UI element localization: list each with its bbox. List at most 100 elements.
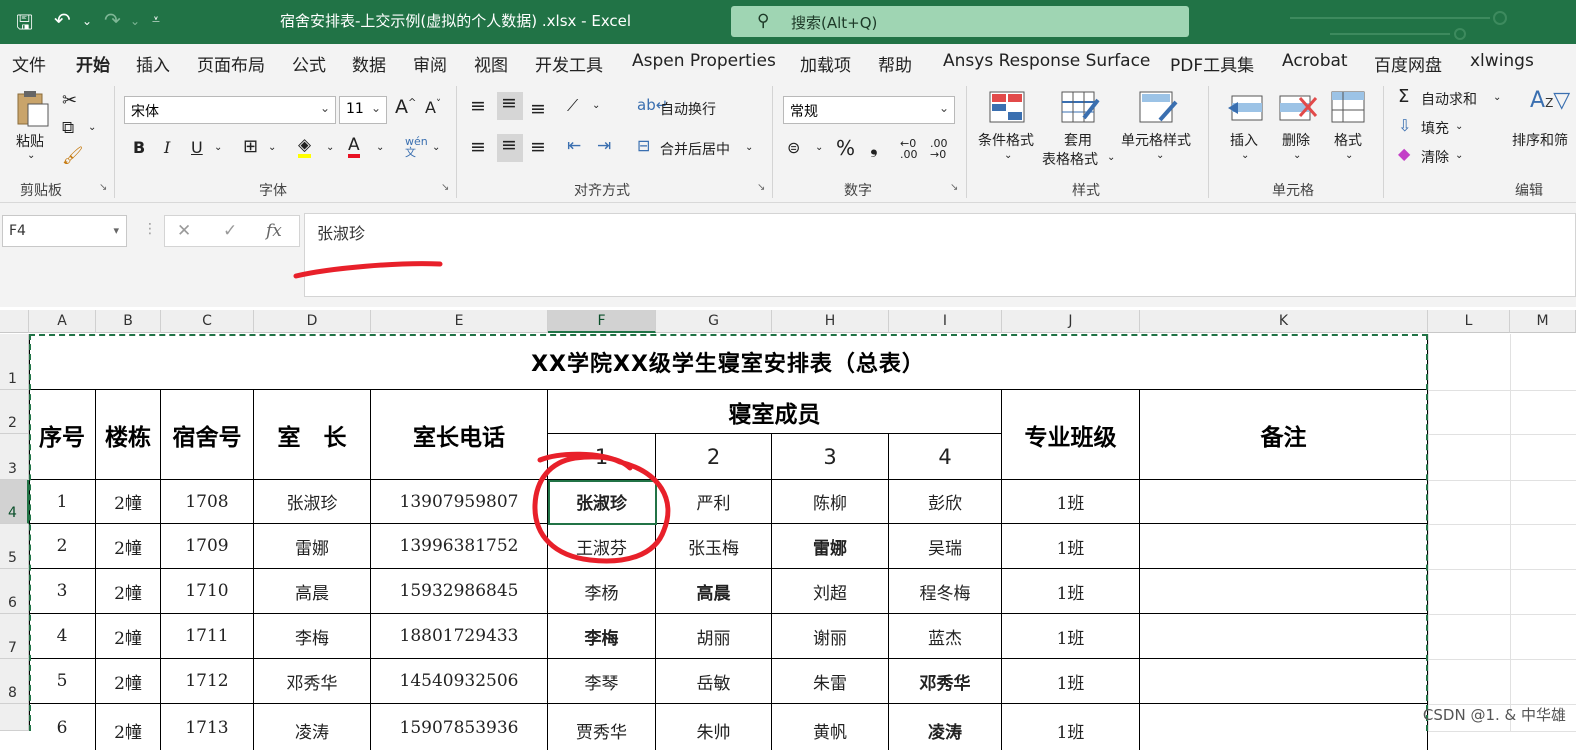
tab-2[interactable]: 插入 bbox=[136, 51, 170, 76]
format-dropdown-icon[interactable]: ⌄ bbox=[1345, 150, 1353, 161]
font-name-select[interactable]: 宋体 ⌄ bbox=[124, 96, 336, 124]
format-table-line1[interactable]: 套用 bbox=[1064, 130, 1092, 150]
clipboard-launcher-icon[interactable]: ↘ bbox=[99, 182, 107, 193]
column-header-M[interactable]: M bbox=[1510, 310, 1576, 333]
copy-icon[interactable]: ⧉ bbox=[62, 118, 74, 138]
row-header-1[interactable]: 1 bbox=[0, 334, 29, 390]
customize-quick-access-icon[interactable]: ⩡ bbox=[152, 12, 160, 28]
name-box[interactable]: F4 ▾ bbox=[2, 215, 127, 247]
column-header-G[interactable]: G bbox=[656, 310, 772, 333]
tab-6[interactable]: 审阅 bbox=[413, 51, 447, 76]
underline-dropdown-icon[interactable]: ⌄ bbox=[214, 142, 222, 153]
tab-12[interactable]: Ansys Response Surface bbox=[943, 51, 1150, 71]
decrease-decimal-icon[interactable]: .00 →0 bbox=[930, 138, 948, 160]
tab-16[interactable]: xlwings bbox=[1470, 51, 1534, 71]
merge-dropdown-icon[interactable]: ⌄ bbox=[745, 142, 753, 153]
format-table-line2[interactable]: 表格格式 bbox=[1042, 149, 1098, 169]
tab-3[interactable]: 页面布局 bbox=[197, 51, 265, 76]
column-header-A[interactable]: A bbox=[29, 310, 96, 333]
insert-cells-icon[interactable] bbox=[1226, 90, 1266, 126]
fill-color-dropdown-icon[interactable]: ⌄ bbox=[326, 142, 334, 153]
tab-7[interactable]: 视图 bbox=[474, 51, 508, 76]
formula-input[interactable]: 张淑珍 bbox=[304, 213, 1576, 297]
column-header-L[interactable]: L bbox=[1428, 310, 1510, 333]
autosum-icon[interactable]: Σ bbox=[1398, 86, 1409, 107]
number-launcher-icon[interactable]: ↘ bbox=[950, 182, 958, 193]
sort-filter-icon[interactable]: AZ▽ bbox=[1530, 88, 1570, 113]
format-as-table-icon[interactable] bbox=[1060, 90, 1100, 126]
decrease-font-icon[interactable]: A˅ bbox=[425, 98, 441, 117]
cancel-icon[interactable]: ✕ bbox=[177, 221, 191, 241]
tab-13[interactable]: PDF工具集 bbox=[1170, 51, 1254, 76]
row-header-4[interactable]: 4 bbox=[0, 480, 29, 524]
increase-decimal-icon[interactable]: ←0.00 bbox=[900, 138, 918, 160]
clear-dropdown-icon[interactable]: ⌄ bbox=[1455, 150, 1463, 161]
save-icon[interactable]: 🖫 bbox=[16, 8, 33, 42]
column-header-D[interactable]: D bbox=[254, 310, 371, 333]
row-header-6[interactable]: 6 bbox=[0, 569, 29, 614]
fill-dropdown-icon[interactable]: ⌄ bbox=[1455, 121, 1463, 132]
delete-cells-button[interactable]: 删除 bbox=[1282, 130, 1310, 150]
column-header-E[interactable]: E bbox=[371, 310, 548, 333]
undo-icon[interactable]: ↶ bbox=[54, 8, 71, 32]
row-header-9[interactable] bbox=[0, 704, 29, 731]
cell-styles-icon[interactable] bbox=[1138, 90, 1178, 126]
bold-button[interactable]: B bbox=[133, 138, 145, 157]
clear-button[interactable]: 清除 bbox=[1421, 147, 1449, 167]
delete-dropdown-icon[interactable]: ⌄ bbox=[1293, 150, 1301, 161]
copy-dropdown-icon[interactable]: ⌄ bbox=[88, 122, 96, 133]
font-color-icon[interactable]: A bbox=[348, 136, 360, 158]
tab-10[interactable]: 加载项 bbox=[800, 51, 851, 76]
accounting-format-icon[interactable]: ⊜ bbox=[787, 138, 800, 157]
align-center-icon[interactable]: ≡ bbox=[497, 134, 523, 162]
column-header-H[interactable]: H bbox=[772, 310, 889, 333]
merge-center-button[interactable]: 合并后居中 bbox=[660, 139, 730, 159]
phonetic-icon[interactable]: wén 文 bbox=[405, 136, 428, 158]
format-table-dropdown-icon[interactable]: ⌄ bbox=[1107, 152, 1115, 163]
fill-button[interactable]: 填充 bbox=[1421, 118, 1449, 138]
undo-dropdown-icon[interactable]: ⌄ bbox=[82, 14, 92, 28]
font-color-dropdown-icon[interactable]: ⌄ bbox=[376, 142, 384, 153]
autosum-dropdown-icon[interactable]: ⌄ bbox=[1493, 92, 1501, 103]
sort-filter-button[interactable]: 排序和筛 bbox=[1512, 130, 1568, 150]
orientation-icon[interactable]: ⟋ bbox=[567, 96, 578, 116]
cell-styles-button[interactable]: 单元格样式 bbox=[1121, 130, 1191, 150]
tab-0[interactable]: 文件 bbox=[12, 51, 46, 76]
tab-15[interactable]: 百度网盘 bbox=[1374, 51, 1442, 76]
tab-9[interactable]: Aspen Properties bbox=[632, 51, 776, 71]
select-all-corner[interactable] bbox=[0, 310, 29, 333]
paste-icon[interactable] bbox=[12, 88, 52, 128]
column-header-K[interactable]: K bbox=[1140, 310, 1428, 333]
column-header-F[interactable]: F bbox=[548, 310, 656, 333]
increase-indent-icon[interactable]: ⇥ bbox=[597, 136, 611, 156]
phonetic-dropdown-icon[interactable]: ⌄ bbox=[432, 142, 440, 153]
insert-dropdown-icon[interactable]: ⌄ bbox=[1241, 150, 1249, 161]
row-header-2[interactable]: 2 bbox=[0, 390, 29, 434]
paste-label[interactable]: 粘贴 bbox=[16, 131, 44, 151]
search-box[interactable]: ⚲ 搜索(Alt+Q) bbox=[731, 6, 1189, 37]
accounting-dropdown-icon[interactable]: ⌄ bbox=[815, 142, 823, 153]
decrease-indent-icon[interactable]: ⇤ bbox=[567, 136, 581, 156]
tab-5[interactable]: 数据 bbox=[352, 51, 386, 76]
worksheet-grid[interactable]: A B C D E F G H I J K L M 1 2 3 4 5 6 7 8 XX学院XX级学生寝室安排表（总表）序… bbox=[0, 310, 1576, 750]
fill-color-icon[interactable]: ◈ bbox=[298, 136, 312, 158]
number-format-select[interactable]: 常规 ⌄ bbox=[783, 96, 955, 124]
percent-button[interactable]: % bbox=[836, 136, 855, 160]
conditional-format-button[interactable]: 条件格式 bbox=[978, 130, 1034, 150]
row-header-7[interactable]: 7 bbox=[0, 614, 29, 659]
enter-icon[interactable]: ✓ bbox=[223, 221, 237, 241]
tab-1[interactable]: 开始 bbox=[76, 51, 110, 81]
border-icon[interactable]: ⊞ bbox=[243, 136, 258, 157]
redo-icon[interactable]: ↷ bbox=[104, 8, 121, 32]
paste-dropdown-icon[interactable]: ⌄ bbox=[27, 150, 35, 161]
column-header-J[interactable]: J bbox=[1002, 310, 1140, 333]
insert-cells-button[interactable]: 插入 bbox=[1230, 130, 1258, 150]
align-right-icon[interactable]: ≡ bbox=[530, 136, 546, 158]
border-dropdown-icon[interactable]: ⌄ bbox=[268, 142, 276, 153]
tab-4[interactable]: 公式 bbox=[292, 51, 326, 76]
insert-function-icon[interactable]: fx bbox=[266, 221, 282, 241]
conditional-format-dropdown-icon[interactable]: ⌄ bbox=[1004, 150, 1012, 161]
tab-11[interactable]: 帮助 bbox=[878, 51, 912, 76]
fill-icon[interactable]: ⇩ bbox=[1398, 116, 1411, 135]
format-cells-icon[interactable] bbox=[1330, 90, 1370, 126]
